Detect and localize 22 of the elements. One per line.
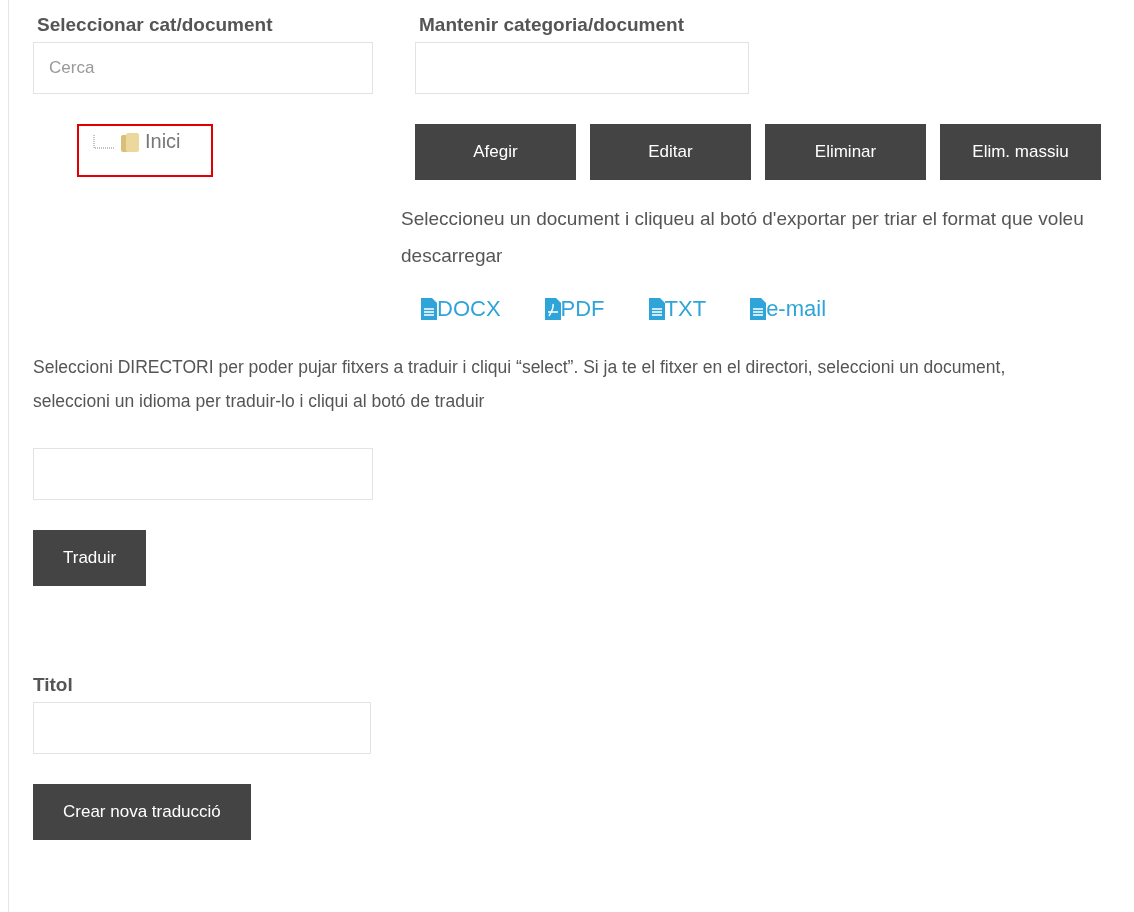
folder-icon: [119, 130, 141, 153]
action-button[interactable]: Eliminar: [765, 124, 926, 180]
pdf-file-icon: [544, 298, 561, 320]
translate-button[interactable]: Traduir: [33, 530, 147, 586]
file-icon: [648, 298, 665, 320]
section-heading: Seleccionar cat/document: [37, 14, 274, 36]
tree-connector-icon: [93, 134, 115, 149]
section-heading: Mantenir categoria/document: [419, 14, 685, 36]
tree-item[interactable]: Inici: [77, 124, 213, 177]
text-field[interactable]: [415, 42, 749, 94]
action-button[interactable]: Elim. massiu: [940, 124, 1101, 180]
create-button[interactable]: Crear nova traducció: [33, 784, 251, 840]
action-button[interactable]: Afegir: [415, 124, 576, 180]
file-icon: [421, 298, 437, 320]
instructions-text: Seleccioni DIRECTORI per poder pujar fitxers a traduir i cliqui “select”. Si ja te el fitxer en el directori, seleccioni un document, seleccioni un idioma per traduir-lo i cliqui al botó de traduir: [33, 356, 1007, 413]
text-field[interactable]: [33, 448, 373, 500]
file-icon: [750, 298, 767, 320]
search-field[interactable]: Cerca: [33, 42, 373, 94]
title-field[interactable]: [33, 702, 371, 754]
action-button[interactable]: Editar: [590, 124, 751, 180]
field-label: Titol: [33, 674, 74, 696]
export-hint: Seleccioneu un document i cliqueu al botó d'exportar per triar el format que voleu descarregar: [401, 207, 1085, 268]
